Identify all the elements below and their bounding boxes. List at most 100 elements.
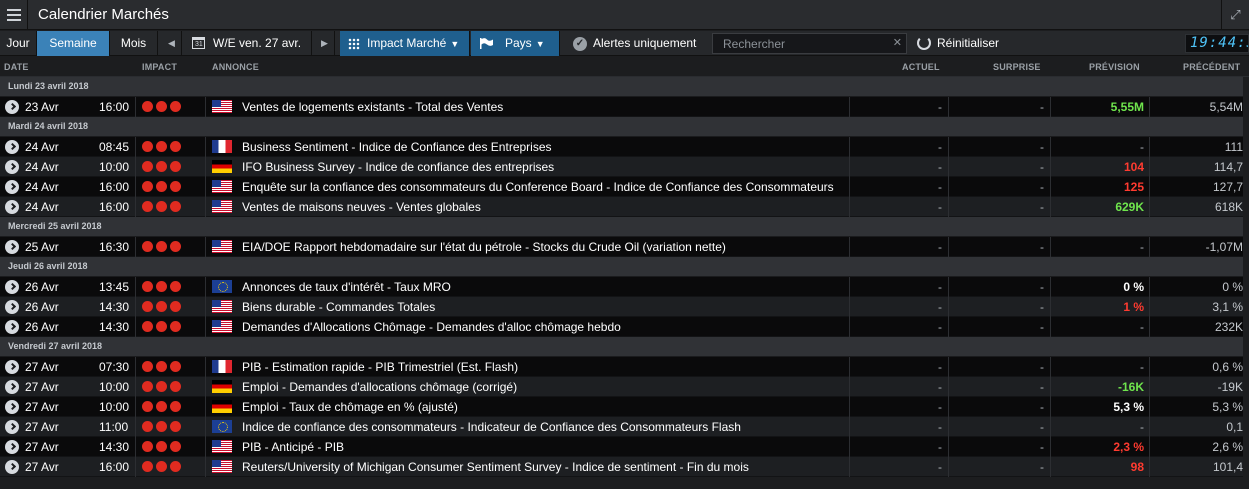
forecast-value: - xyxy=(1140,140,1144,154)
surprise-value: - xyxy=(1040,180,1044,194)
us-flag-icon xyxy=(212,300,232,313)
expand-icon[interactable]: ⤢ xyxy=(1221,0,1249,30)
surprise-value: - xyxy=(1040,140,1044,154)
impact-dot-icon xyxy=(170,461,181,472)
actual-value: - xyxy=(938,140,942,154)
clock-display: 19:44:3 xyxy=(1185,34,1249,53)
impact-indicator xyxy=(142,401,182,412)
surprise-value: - xyxy=(1040,240,1044,254)
table-row[interactable]: 27 Avr 14:30 PIB - Anticipé - PIB - - 2,3 % 2,… xyxy=(0,437,1249,457)
reset-button[interactable]: Réinitialiser xyxy=(917,31,1017,56)
expand-arrow-icon[interactable] xyxy=(5,280,19,294)
de-flag-icon xyxy=(212,160,232,173)
header-precedent[interactable]: PRÉCÉDENT xyxy=(1183,62,1240,72)
impact-dot-icon xyxy=(170,201,181,212)
impact-dot-icon xyxy=(142,361,153,372)
expand-arrow-icon[interactable] xyxy=(5,140,19,154)
prev-arrow-icon[interactable]: ◀ xyxy=(162,31,182,56)
actual-value: - xyxy=(938,180,942,194)
search-input[interactable] xyxy=(713,34,893,53)
alerts-only-toggle[interactable]: ✓ Alertes uniquement xyxy=(573,31,708,56)
event-time: 13:45 xyxy=(99,280,130,294)
impact-dot-icon xyxy=(142,161,153,172)
header-surprise[interactable]: SURPRISE xyxy=(993,62,1041,72)
event-time: 16:00 xyxy=(99,100,130,114)
day-label: Lundi 23 avril 2018 xyxy=(8,81,89,91)
table-row[interactable]: 24 Avr 16:00 Ventes de maisons neuves - Ve… xyxy=(0,197,1249,217)
window-title: Calendrier Marchés xyxy=(38,6,169,23)
tab-semaine[interactable]: Semaine xyxy=(37,31,110,56)
actual-value: - xyxy=(938,160,942,174)
impact-dot-icon xyxy=(142,401,153,412)
fr-flag-icon xyxy=(212,140,232,153)
scrollbar[interactable] xyxy=(1243,77,1249,489)
expand-arrow-icon[interactable] xyxy=(5,320,19,334)
expand-arrow-icon[interactable] xyxy=(5,380,19,394)
column-divider xyxy=(135,177,136,197)
expand-arrow-icon[interactable] xyxy=(5,360,19,374)
event-date: 27 Avr xyxy=(25,460,59,474)
expand-arrow-icon[interactable] xyxy=(5,400,19,414)
column-divider xyxy=(135,197,136,217)
table-row[interactable]: 26 Avr 13:45 Annonces de taux d'intérêt - … xyxy=(0,277,1249,297)
expand-arrow-icon[interactable] xyxy=(5,160,19,174)
forecast-value: 629K xyxy=(1115,200,1144,214)
country-filter-label: Pays xyxy=(505,36,532,50)
date-picker-button[interactable]: 31 W/E ven. 27 avr. xyxy=(186,31,312,56)
impact-dot-icon xyxy=(170,241,181,252)
impact-dot-icon xyxy=(142,101,153,112)
header-impact[interactable]: IMPACT xyxy=(142,62,177,72)
expand-arrow-icon[interactable] xyxy=(5,240,19,254)
country-filter-button[interactable]: Pays ▼ xyxy=(471,31,560,56)
event-time: 14:30 xyxy=(99,440,130,454)
expand-arrow-icon[interactable] xyxy=(5,100,19,114)
next-arrow-icon[interactable]: ▶ xyxy=(315,31,335,56)
table-row[interactable]: 26 Avr 14:30 Demandes d'Allocations Chômag… xyxy=(0,317,1249,337)
expand-arrow-icon[interactable] xyxy=(5,180,19,194)
menu-icon[interactable] xyxy=(0,0,28,30)
table-row[interactable]: 27 Avr 07:30 PIB - Estimation rapide - PIB… xyxy=(0,357,1249,377)
header-actuel[interactable]: ACTUEL xyxy=(902,62,940,72)
table-row[interactable]: 27 Avr 10:00 Emploi - Taux de chômage en %… xyxy=(0,397,1249,417)
impact-dot-icon xyxy=(142,141,153,152)
expand-arrow-icon[interactable] xyxy=(5,420,19,434)
tab-mois[interactable]: Mois xyxy=(110,31,158,56)
column-divider xyxy=(948,377,949,397)
tab-jour[interactable]: Jour xyxy=(0,31,37,56)
table-row[interactable]: 25 Avr 16:30 EIA/DOE Rapport hebdomadaire … xyxy=(0,237,1249,257)
table-row[interactable]: 24 Avr 10:00 IFO Business Survey - Indice … xyxy=(0,157,1249,177)
impact-dot-icon xyxy=(156,161,167,172)
column-divider xyxy=(948,437,949,457)
table-row[interactable]: 23 Avr 16:00 Ventes de logements existants… xyxy=(0,97,1249,117)
expand-arrow-icon[interactable] xyxy=(5,440,19,454)
event-date: 24 Avr xyxy=(25,140,59,154)
table-row[interactable]: 26 Avr 14:30 Biens durable - Commandes Tot… xyxy=(0,297,1249,317)
column-divider xyxy=(205,237,206,257)
actual-value: - xyxy=(938,460,942,474)
impact-indicator xyxy=(142,421,182,432)
expand-arrow-icon[interactable] xyxy=(5,300,19,314)
header-date[interactable]: DATE xyxy=(4,62,29,72)
column-divider xyxy=(205,357,206,377)
table-row[interactable]: 27 Avr 16:00 Reuters/University of Michiga… xyxy=(0,457,1249,477)
table-row[interactable]: 24 Avr 16:00 Enquête sur la confiance des … xyxy=(0,177,1249,197)
previous-value: -1,07M xyxy=(1205,240,1243,254)
clear-icon[interactable]: ✕ xyxy=(893,36,902,49)
header-prevision[interactable]: PRÉVISION xyxy=(1089,62,1140,72)
forecast-value: - xyxy=(1140,360,1144,374)
header-annonce[interactable]: ANNONCE xyxy=(212,62,259,72)
table-row[interactable]: 27 Avr 10:00 Emploi - Demandes d'allocatio… xyxy=(0,377,1249,397)
event-time: 07:30 xyxy=(99,360,130,374)
expand-arrow-icon[interactable] xyxy=(5,200,19,214)
column-divider xyxy=(205,457,206,477)
table-row[interactable]: 24 Avr 08:45 Business Sentiment - Indice d… xyxy=(0,137,1249,157)
table-row[interactable]: 27 Avr 11:00 Indice de confiance des conso… xyxy=(0,417,1249,437)
actual-value: - xyxy=(938,400,942,414)
column-divider xyxy=(205,197,206,217)
impact-filter-button[interactable]: Impact Marché ▼ xyxy=(340,31,470,56)
event-name: Demandes d'Allocations Chômage - Demande… xyxy=(242,320,621,334)
impact-indicator xyxy=(142,321,182,332)
previous-value: 127,7 xyxy=(1212,180,1243,194)
event-time: 16:00 xyxy=(99,180,130,194)
expand-arrow-icon[interactable] xyxy=(5,460,19,474)
